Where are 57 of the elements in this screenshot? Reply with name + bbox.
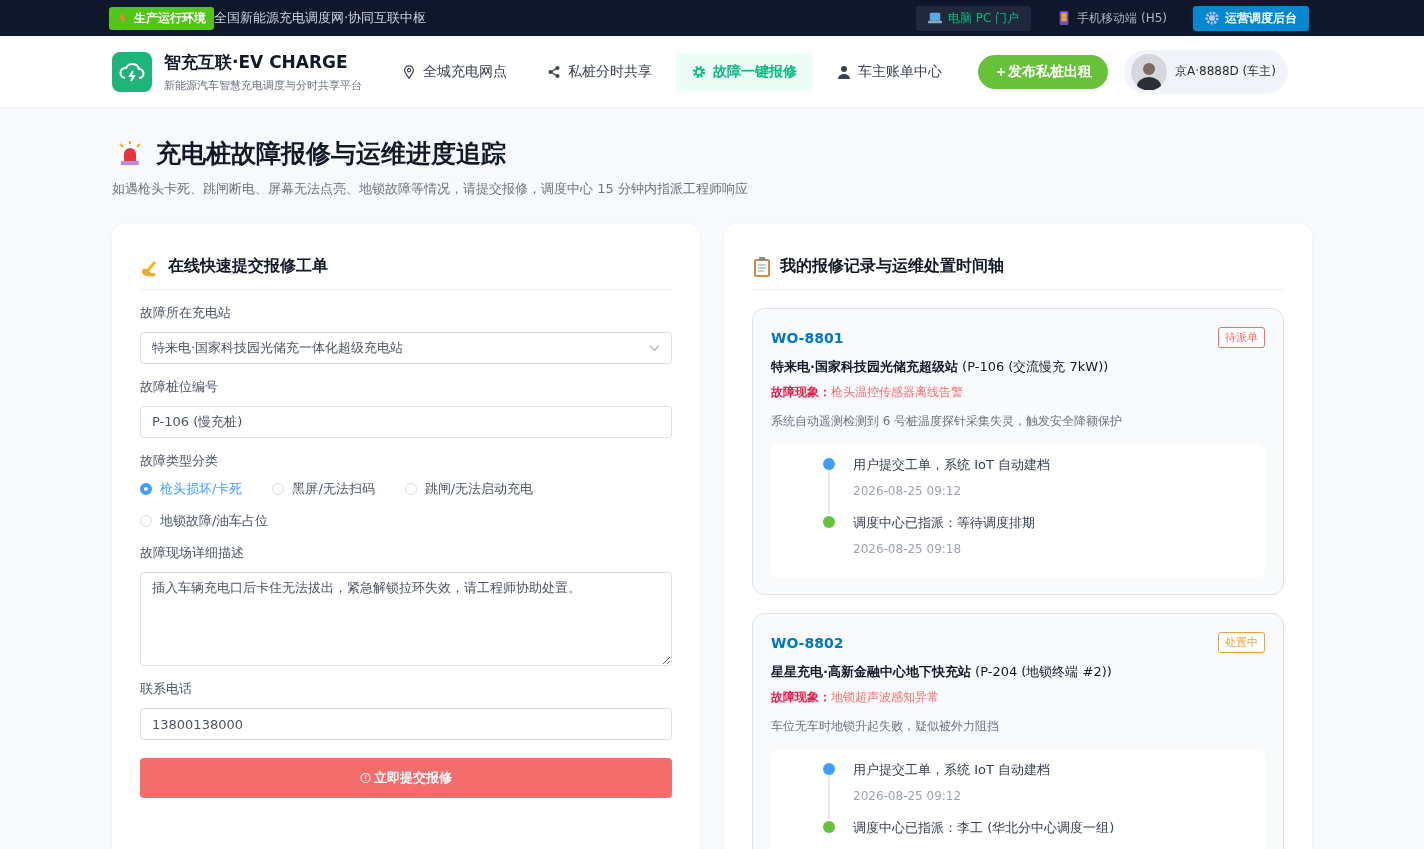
fault-type-radio[interactable]: 黑屏/无法扫码 — [272, 480, 375, 498]
page-subtitle: 如遇枪头卡死、跳闸断电、屏幕无法点亮、地锁故障等情况，请提交报修，调度中心 15 分钟内指派工程师响应 — [112, 180, 749, 198]
station-name: 星星充电·高新金融中心地下快充站 (P-204 (地锁终端 #2)) — [771, 663, 1113, 681]
card-title: 在线快速提交报修工单 — [168, 256, 328, 277]
field-label: 故障类型分类 — [140, 452, 219, 470]
clipboard-icon — [752, 256, 772, 277]
portal-tab[interactable]: 电脑 PC 门户 — [915, 5, 1032, 31]
lightning-icon — [117, 12, 128, 24]
order-id: WO-8801 — [771, 329, 844, 346]
gear-icon — [692, 64, 706, 79]
nav-link[interactable]: 车主账单中心 — [821, 52, 958, 91]
user-icon — [837, 64, 851, 79]
portal-tab[interactable]: 手机移动端 (H5) — [1045, 5, 1179, 31]
fault-type-radio[interactable]: 地锁故障/油车占位 — [140, 512, 269, 530]
description-field[interactable]: 插入车辆充电口后卡住无法拔出，紧急解锁拉环失效，请工程师协助处置。 — [140, 572, 672, 666]
phone-input[interactable]: 13800138000 — [140, 708, 672, 740]
fault-note: 车位无车时地锁升起失败，疑似被外力阻挡 — [771, 718, 1000, 735]
laptop-icon — [927, 11, 942, 25]
nav-link[interactable]: 私桩分时共享 — [531, 52, 668, 91]
alert-circle-icon — [360, 772, 371, 784]
page-title: 充电桩故障报修与运维进度追踪 — [156, 138, 506, 170]
timeline-event: 调度中心已指派：等待调度排期 — [853, 514, 1035, 532]
user-chip[interactable]: 京A·8888D (车主) — [1124, 49, 1288, 94]
fault-symptom: 故障现象：枪头温控传感器离线告警 — [771, 384, 964, 401]
field-label: 联系电话 — [140, 680, 193, 698]
siren-icon — [116, 139, 144, 168]
timeline-time: 2026-08-25 09:18 — [853, 542, 963, 556]
timeline-event: 用户提交工单，系统 IoT 自动建档 — [853, 761, 1050, 779]
order-id: WO-8802 — [771, 634, 844, 651]
location-pin-icon — [402, 64, 416, 79]
cloud-lightning-logo — [112, 51, 152, 92]
avatar-icon — [1131, 53, 1167, 90]
status-tag: 待派单 — [1218, 327, 1265, 348]
nav-link[interactable]: 全城充电网点 — [386, 52, 523, 91]
field-label: 故障所在充电站 — [140, 304, 232, 322]
fault-note: 系统自动遥测检测到 6 号桩温度探针采集失灵，触发安全降额保护 — [771, 413, 1124, 430]
field-label: 故障桩位编号 — [140, 378, 219, 396]
fault-type-radio[interactable]: 跳闸/无法启动充电 — [404, 480, 534, 498]
timeline-time: 2026-08-25 09:12 — [853, 484, 963, 498]
timeline-event: 调度中心已指派：李工 (华北分中心调度一组) — [853, 819, 1115, 837]
timeline-event: 用户提交工单，系统 IoT 自动建档 — [853, 456, 1050, 474]
admin-console-button[interactable]: 运营调度后台 — [1193, 5, 1309, 31]
gear-icon — [1205, 11, 1219, 25]
environment-badge: 生产运行环境 — [109, 6, 214, 30]
share-icon — [547, 64, 561, 79]
chevron-down-icon — [649, 344, 660, 352]
status-tag: 处置中 — [1218, 632, 1265, 653]
station-select[interactable]: 特来电·国家科技园光储充一体化超级充电站 — [140, 332, 672, 364]
pile-input[interactable]: P-106 (慢充桩) — [140, 406, 672, 438]
fault-symptom: 故障现象：地锁超声波感知异常 — [771, 689, 940, 706]
timeline-time: 2026-08-25 09:12 — [853, 789, 963, 803]
brand-name: 智充互联·EV CHARGE — [164, 50, 349, 74]
brand-slogan: 新能源汽车智慧充电调度与分时共享平台 — [164, 77, 362, 93]
card-title: 我的报修记录与运维处置时间轴 — [780, 256, 1004, 277]
tagline: 全国新能源充电调度网·协同互联中枢 — [214, 9, 427, 27]
station-name: 特来电·国家科技园光储充超级站 (P-106 (交流慢充 7kW)) — [771, 358, 1110, 376]
field-label: 故障现场详细描述 — [140, 544, 245, 562]
